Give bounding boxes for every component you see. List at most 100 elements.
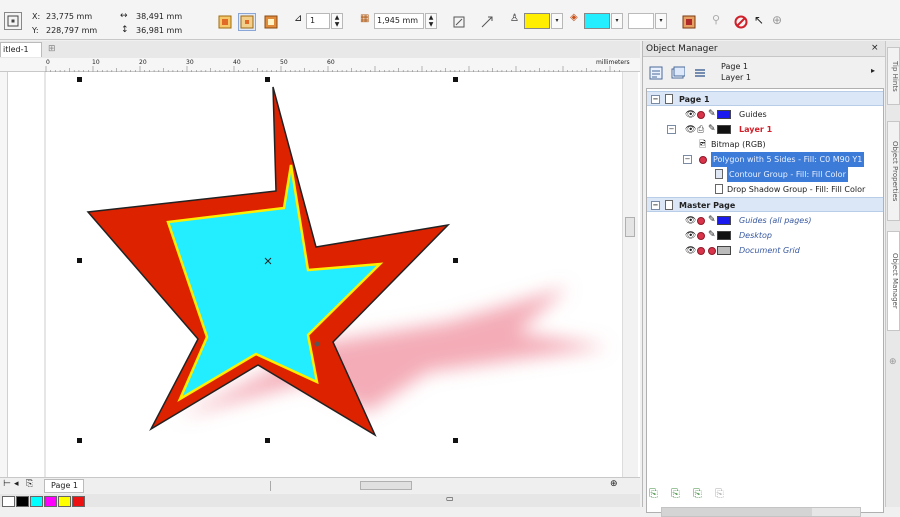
prev-page-icon[interactable]: ◂ [14, 479, 19, 489]
pencil-icon[interactable]: ✎ [708, 122, 716, 137]
print-icon[interactable] [697, 111, 705, 119]
eye-icon[interactable]: 👁 [685, 229, 696, 244]
contour-offset-field[interactable]: 1,945 mm [374, 13, 424, 29]
print-icon[interactable] [697, 232, 705, 240]
palette-scroll-icon[interactable]: ▭ [446, 494, 454, 503]
tree-label: Document Grid [739, 246, 800, 255]
object-origin-icon[interactable] [4, 12, 22, 30]
tree-object-contour[interactable]: Contour Group - Fill: Fill Color [647, 167, 883, 182]
collapse-icon[interactable]: − [667, 125, 676, 134]
pencil-icon[interactable]: ✎ [708, 107, 716, 122]
contour-steps-field[interactable]: 1 [306, 13, 330, 29]
clear-contour-icon[interactable] [732, 13, 750, 31]
new-tab-icon[interactable]: ⊞ [48, 44, 56, 54]
tree-layer-guides-all[interactable]: 👁 ✎ Guides (all pages) [647, 213, 883, 228]
first-page-icon[interactable]: ⊢ [3, 479, 11, 489]
height-field[interactable]: 36,981 mm [136, 26, 182, 35]
page-tab[interactable]: Page 1 [44, 479, 84, 493]
print-icon[interactable] [697, 247, 705, 255]
blank-color-swatch[interactable] [628, 13, 654, 29]
tree-page-header[interactable]: − Page 1 [647, 91, 883, 106]
scroll-thumb[interactable] [625, 217, 635, 237]
tree-layer-grid[interactable]: 👁 Document Grid [647, 243, 883, 258]
tree-horizontal-scrollbar[interactable] [661, 507, 861, 517]
contour-group-icon [715, 169, 723, 179]
side-tab-object-properties[interactable]: Object Properties [887, 121, 900, 221]
object-tree[interactable]: − Page 1 👁 ✎ Guides − 👁 ⎙ ✎ Layer 1 🖻 Bi… [646, 88, 884, 513]
eye-icon[interactable]: 👁 [685, 123, 696, 138]
object-acceleration-icon[interactable] [478, 13, 496, 31]
eye-icon[interactable]: 👁 [685, 214, 696, 229]
add-docker-icon[interactable]: ⊕ [889, 357, 897, 367]
contour-center-icon[interactable] [216, 13, 234, 31]
tree-object-dropshadow[interactable]: Drop Shadow Group - Fill: Fill Color [647, 182, 883, 197]
bitmap-icon: 🖻 [699, 140, 707, 150]
side-tab-tip-hints[interactable]: Tip Hints [887, 47, 900, 105]
expand-icon[interactable]: − [683, 155, 692, 164]
palette-swatch-yellow[interactable] [58, 496, 71, 507]
lock-icon[interactable] [708, 247, 716, 255]
object-manager-docker: Object Manager × Page 1 Layer 1 ▸ − Page… [642, 41, 885, 517]
tree-object-bitmap[interactable]: 🖻 Bitmap (RGB) [647, 137, 883, 152]
outline-color-dropdown[interactable]: ▾ [551, 13, 563, 29]
delete-layer-icon[interactable]: ⎘ [715, 487, 724, 501]
document-tab[interactable]: itled-1 [0, 42, 42, 57]
palette-swatch-black[interactable] [16, 496, 29, 507]
zoom-icon[interactable]: ⊕ [610, 479, 618, 489]
outline-color-swatch[interactable] [524, 13, 550, 29]
contour-color-blend-icon[interactable] [450, 13, 468, 31]
print-icon[interactable] [697, 217, 705, 225]
tree-layer-desktop[interactable]: 👁 ✎ Desktop [647, 228, 883, 243]
scroll-thumb[interactable] [662, 508, 812, 516]
flyout-arrow-icon[interactable]: ▸ [871, 66, 875, 75]
tree-object-polygon[interactable]: − Polygon with 5 Sides - Fill: C0 M90 Y1 [647, 152, 883, 167]
tree-master-header[interactable]: − Master Page [647, 197, 883, 212]
contour-outside-icon[interactable] [262, 13, 280, 31]
fill-color-swatch[interactable] [584, 13, 610, 29]
width-field[interactable]: 38,491 mm [136, 12, 182, 21]
contour-inside-icon[interactable] [238, 13, 256, 31]
contour-steps-spinner[interactable]: ▲ ▼ [331, 13, 343, 29]
collapse-icon[interactable]: − [651, 201, 660, 210]
new-layer-icon[interactable]: ⎘ [649, 487, 658, 501]
docker-side-tabs: Tip Hints Object Properties Object Manag… [885, 41, 900, 507]
close-icon[interactable]: × [871, 43, 879, 53]
docker-footer: ⎘ ⎘ ⎘ ⎘ [643, 483, 885, 505]
contour-offset-spinner[interactable]: ▲ ▼ [425, 13, 437, 29]
tree-label: Master Page [679, 201, 736, 210]
collapse-icon[interactable]: − [651, 95, 660, 104]
edit-across-layers-icon[interactable] [669, 64, 687, 82]
fill-color-dropdown[interactable]: ▾ [611, 13, 623, 29]
y-position-field[interactable]: 228,797 mm [46, 26, 97, 35]
property-bar: X: 23,775 mm Y: 228,797 mm ↔ 38,491 mm ↕… [0, 0, 900, 40]
show-properties-icon[interactable] [647, 64, 665, 82]
eye-icon[interactable]: 👁 [685, 108, 696, 123]
new-master-layer-odd-icon[interactable]: ⎘ [693, 487, 702, 501]
horizontal-scroll-thumb[interactable] [360, 481, 412, 490]
drawing-canvas[interactable] [8, 72, 640, 477]
add-page-icon[interactable]: ⎘ [26, 479, 33, 489]
ruler-unit-label: millimeters [596, 59, 630, 66]
pencil-icon[interactable]: ✎ [708, 213, 716, 228]
pencil-icon[interactable]: ✎ [708, 228, 716, 243]
palette-swatch-red[interactable] [72, 496, 85, 507]
printer-icon[interactable]: ⎙ [697, 123, 704, 138]
eye-icon[interactable]: 👁 [685, 244, 696, 259]
palette-swatch-cyan[interactable] [30, 496, 43, 507]
vertical-scrollbar[interactable] [622, 72, 638, 477]
tree-layer-1[interactable]: − 👁 ⎙ ✎ Layer 1 [647, 122, 883, 137]
blank-color-dropdown[interactable]: ▾ [655, 13, 667, 29]
palette-swatch-white[interactable] [2, 496, 15, 507]
tree-layer-guides[interactable]: 👁 ✎ Guides [647, 107, 883, 122]
side-tab-object-manager[interactable]: Object Manager [887, 231, 900, 331]
new-master-layer-icon[interactable]: ⎘ [671, 487, 680, 501]
x-position-field[interactable]: 23,775 mm [46, 12, 92, 21]
height-icon: ↕ [121, 25, 129, 35]
palette-swatch-magenta[interactable] [44, 496, 57, 507]
y-label: Y: [32, 26, 39, 35]
contour-offset-icon: ▦ [360, 13, 370, 24]
shadow-handle[interactable] [314, 341, 320, 347]
layer-manager-view-icon[interactable] [691, 64, 709, 82]
ruler-label: 60 [327, 59, 335, 66]
copy-contour-properties-icon[interactable] [680, 13, 698, 31]
